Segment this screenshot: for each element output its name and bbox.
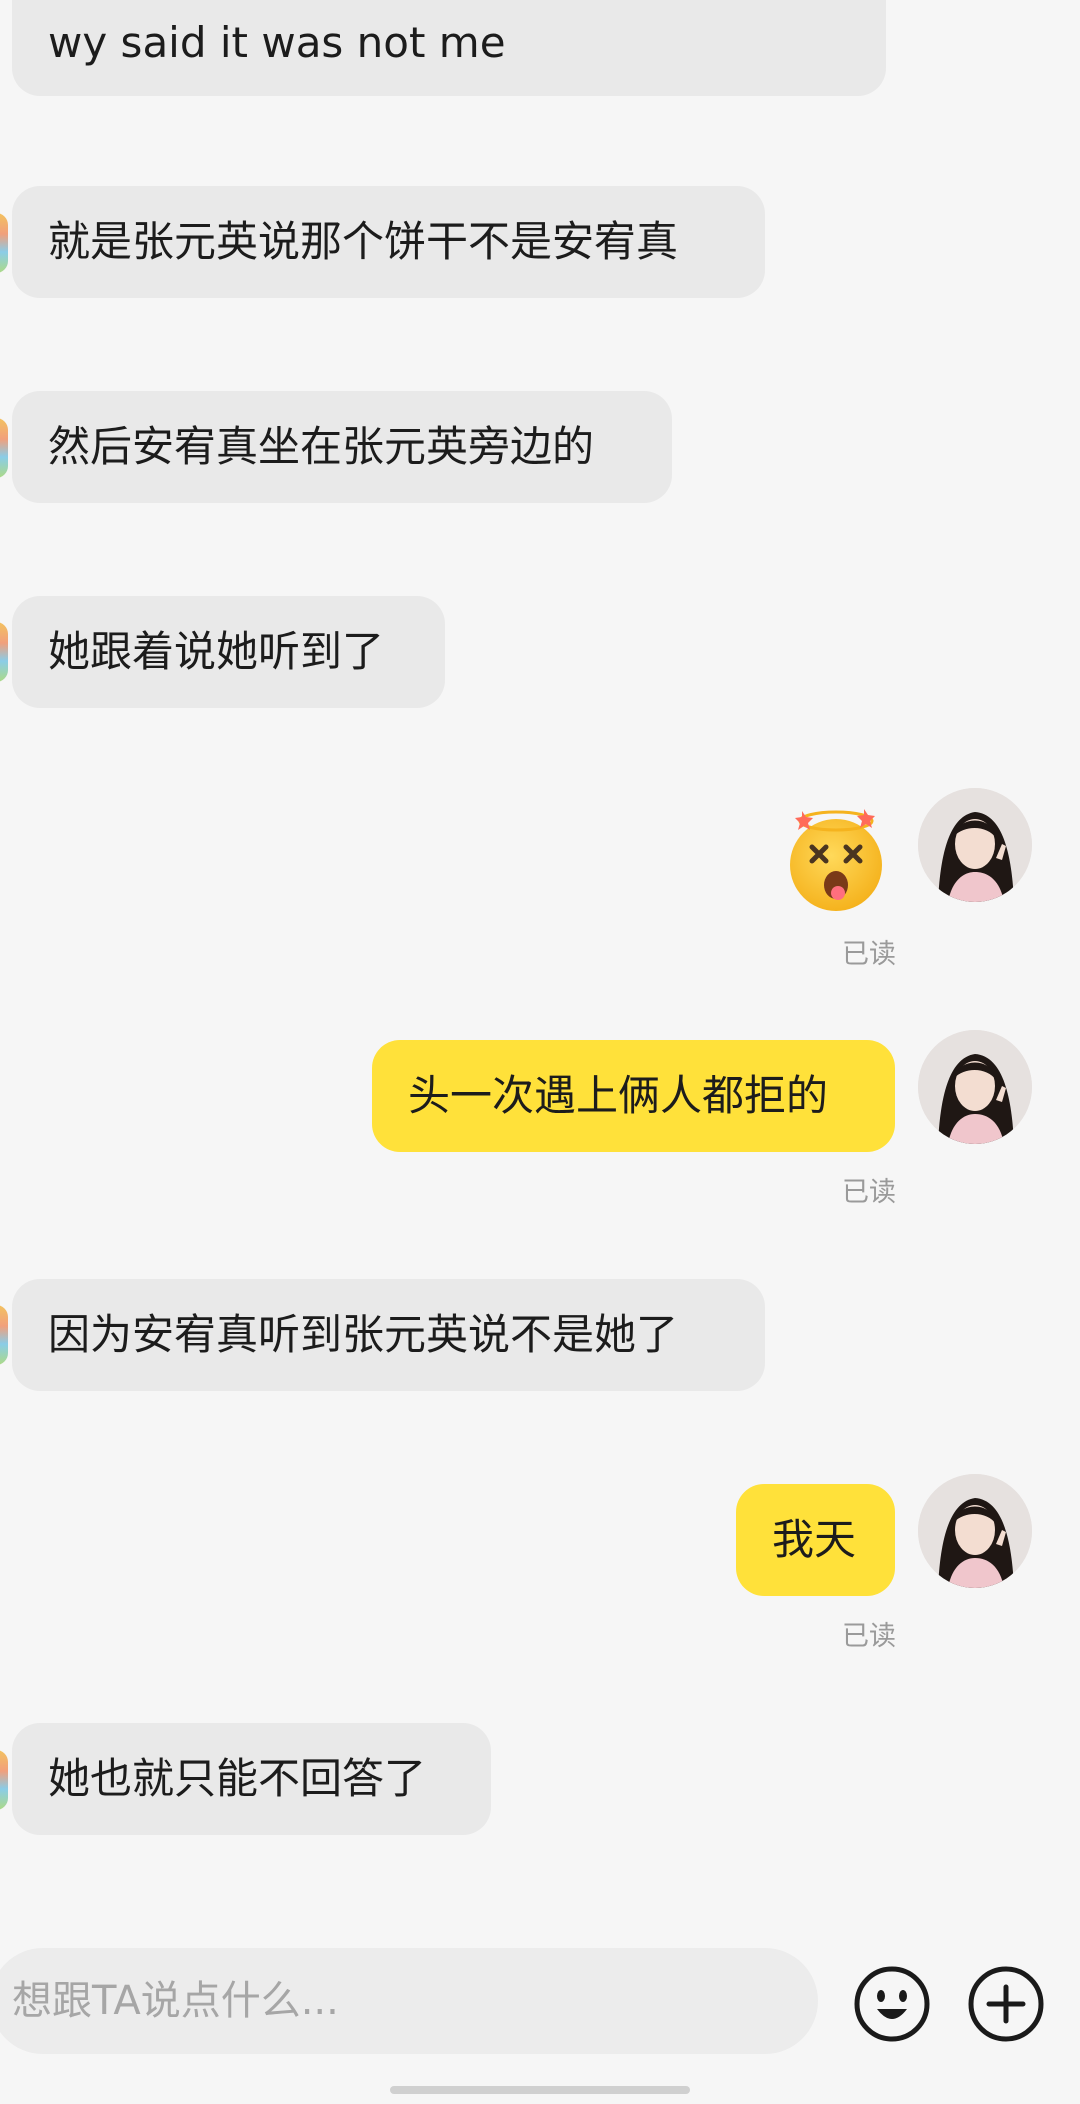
my-avatar[interactable] bbox=[918, 788, 1032, 902]
read-status: 已读 bbox=[842, 939, 896, 970]
sender-avatar[interactable] bbox=[0, 622, 8, 682]
incoming-message-bubble[interactable]: wy said it was not me bbox=[12, 0, 886, 96]
read-status: 已读 bbox=[842, 1621, 896, 1652]
incoming-message-bubble[interactable]: 她跟着说她听到了 bbox=[12, 596, 445, 708]
message-composer bbox=[0, 1948, 1080, 2058]
my-avatar[interactable] bbox=[918, 1474, 1032, 1588]
message-input[interactable] bbox=[0, 1948, 818, 2054]
incoming-message-bubble[interactable]: 因为安宥真听到张元英说不是她了 bbox=[12, 1279, 765, 1391]
plus-circle-icon bbox=[968, 1966, 1044, 2042]
home-indicator bbox=[390, 2086, 690, 2094]
chat-message-list[interactable]: wy said it was not me 就是张元英说那个饼干不是安宥真 然后… bbox=[0, 0, 1080, 1930]
outgoing-message-bubble[interactable]: 头一次遇上俩人都拒的 bbox=[372, 1040, 895, 1152]
incoming-message-bubble[interactable]: 她也就只能不回答了 bbox=[12, 1723, 491, 1835]
user-photo-icon bbox=[918, 788, 1032, 902]
emoji-button[interactable] bbox=[853, 1965, 931, 2043]
user-photo-icon bbox=[918, 1030, 1032, 1144]
incoming-message-bubble[interactable]: 然后安宥真坐在张元英旁边的 bbox=[12, 391, 672, 503]
user-photo-icon bbox=[918, 1474, 1032, 1588]
read-status: 已读 bbox=[842, 1177, 896, 1208]
sender-avatar[interactable] bbox=[0, 1305, 8, 1365]
sender-avatar[interactable] bbox=[0, 213, 8, 273]
smiley-face-icon bbox=[854, 1966, 930, 2042]
sender-avatar[interactable] bbox=[0, 1750, 8, 1810]
outgoing-message-bubble[interactable]: 我天 bbox=[736, 1484, 895, 1596]
sender-avatar[interactable] bbox=[0, 418, 8, 478]
dizzy-face-sticker[interactable] bbox=[780, 803, 892, 915]
incoming-message-bubble[interactable]: 就是张元英说那个饼干不是安宥真 bbox=[12, 186, 765, 298]
my-avatar[interactable] bbox=[918, 1030, 1032, 1144]
add-button[interactable] bbox=[967, 1965, 1045, 2043]
dizzy-face-emoji-icon bbox=[790, 809, 882, 911]
